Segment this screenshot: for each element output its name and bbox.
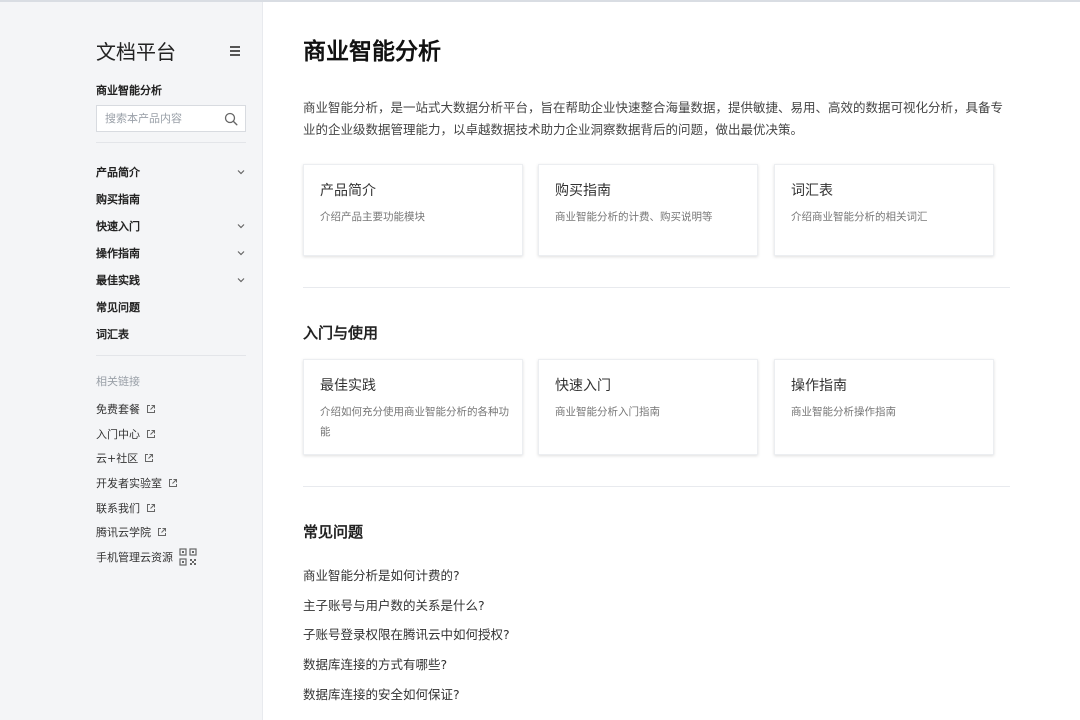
external-link-icon (147, 503, 155, 512)
chevron-down-icon (237, 223, 245, 228)
card-product-intro[interactable]: 产品简介 介绍产品主要功能模块 (303, 164, 523, 256)
card-best-practice[interactable]: 最佳实践 介绍如何充分使用商业智能分析的各种功能 (303, 359, 523, 455)
related-link-free-plan[interactable]: 免费套餐 (96, 397, 246, 422)
sidebar-header: 文档平台 (96, 38, 246, 68)
overview-cards: 产品简介 介绍产品主要功能模块 购买指南 商业智能分析的计费、购买说明等 词汇表… (303, 164, 1003, 256)
card-description: 商业智能分析入门指南 (555, 406, 660, 418)
related-link-contact-us[interactable]: 联系我们 (96, 495, 246, 520)
external-link-icon (145, 454, 154, 463)
search-icon[interactable] (224, 112, 238, 126)
card-purchase-guide[interactable]: 购买指南 商业智能分析的计费、购买说明等 (538, 164, 758, 256)
main-content: 商业智能分析 商业智能分析，是一站式大数据分析平台，旨在帮助企业快速整合海量数据… (263, 2, 1080, 720)
card-quick-start[interactable]: 快速入门 商业智能分析入门指南 (538, 359, 758, 455)
card-title: 词汇表 (791, 183, 833, 199)
product-name: 商业智能分析 (96, 84, 162, 97)
external-link-icon (158, 528, 166, 537)
sidebar-item-glossary[interactable]: 词汇表 (96, 320, 246, 347)
sidebar-item-product-intro[interactable]: 产品简介 (96, 158, 246, 185)
sidebar-item-label: 最佳实践 (96, 273, 140, 287)
faq-link[interactable]: 数据库连接的安全如何保证? (303, 678, 703, 708)
related-link-developer-lab[interactable]: 开发者实验室 (96, 471, 246, 496)
related-links-heading: 相关链接 (96, 375, 140, 388)
faq-list: 商业智能分析是如何计费的? 主子账号与用户数的关系是什么? 子账号登录权限在腾讯… (303, 560, 703, 708)
related-link-label: 联系我们 (96, 501, 140, 515)
sidebar-item-label: 产品简介 (96, 165, 140, 179)
page-title: 商业智能分析 (303, 39, 441, 65)
card-description: 商业智能分析操作指南 (791, 406, 896, 418)
section-divider (303, 486, 1010, 487)
chevron-down-icon (237, 277, 245, 282)
sidebar-item-quick-start[interactable]: 快速入门 (96, 212, 246, 239)
related-links-list: 免费套餐 入门中心 云+社区 开发者实验室 联系我们 腾讯云学院 手机管理云资源 (96, 397, 246, 569)
sidebar: 文档平台 商业智能分析 产品简介 购买指南 快速入门 操作指南 最佳实践 (0, 2, 263, 720)
related-link-label: 手机管理云资源 (96, 550, 173, 564)
external-link-icon (147, 429, 155, 438)
sidebar-item-label: 快速入门 (96, 219, 140, 233)
section-title-getting-started: 入门与使用 (303, 324, 379, 342)
qr-code-icon[interactable] (179, 548, 197, 566)
card-title: 最佳实践 (320, 378, 376, 394)
sidebar-item-faq[interactable]: 常见问题 (96, 293, 246, 320)
related-link-label: 入门中心 (96, 427, 140, 441)
chevron-down-icon (237, 250, 245, 255)
related-link-community[interactable]: 云+社区 (96, 446, 246, 471)
search-input[interactable] (97, 106, 215, 131)
section-title-faq: 常见问题 (303, 523, 364, 541)
card-title: 产品简介 (320, 183, 376, 199)
related-link-label: 腾讯云学院 (96, 526, 151, 540)
sidebar-divider (96, 355, 246, 356)
related-link-getting-started-center[interactable]: 入门中心 (96, 422, 246, 447)
faq-link[interactable]: 数据库连接的方式有哪些? (303, 649, 703, 679)
sidebar-item-operation-guide[interactable]: 操作指南 (96, 239, 246, 266)
sidebar-item-purchase-guide[interactable]: 购买指南 (96, 185, 246, 212)
platform-title: 文档平台 (96, 40, 176, 64)
sidebar-divider (96, 142, 246, 143)
related-link-label: 免费套餐 (96, 403, 140, 417)
card-description: 介绍产品主要功能模块 (320, 211, 425, 223)
card-description: 介绍商业智能分析的相关词汇 (791, 211, 928, 223)
faq-link[interactable]: 子账号登录权限在腾讯云中如何授权? (303, 619, 703, 649)
sidebar-item-label: 常见问题 (96, 300, 140, 314)
sidebar-item-best-practice[interactable]: 最佳实践 (96, 266, 246, 293)
external-link-icon (147, 405, 155, 414)
section-divider (303, 287, 1010, 288)
faq-link[interactable]: 主子账号与用户数的关系是什么? (303, 590, 703, 620)
card-title: 购买指南 (555, 183, 611, 199)
chevron-down-icon (237, 169, 245, 174)
related-link-mobile-management[interactable]: 手机管理云资源 (96, 545, 246, 570)
sidebar-item-label: 购买指南 (96, 192, 140, 206)
card-description: 商业智能分析的计费、购买说明等 (555, 211, 713, 223)
faq-link[interactable]: 商业智能分析是如何计费的? (303, 560, 703, 590)
search-box (96, 105, 246, 132)
card-glossary[interactable]: 词汇表 介绍商业智能分析的相关词汇 (774, 164, 994, 256)
card-operation-guide[interactable]: 操作指南 商业智能分析操作指南 (774, 359, 994, 455)
related-link-academy[interactable]: 腾讯云学院 (96, 520, 246, 545)
card-description: 介绍如何充分使用商业智能分析的各种功能 (320, 406, 509, 438)
card-title: 快速入门 (555, 378, 611, 394)
sidebar-item-label: 词汇表 (96, 327, 129, 341)
related-link-label: 开发者实验室 (96, 477, 162, 491)
card-title: 操作指南 (791, 378, 847, 394)
sidebar-nav: 产品简介 购买指南 快速入门 操作指南 最佳实践 常见问题 词汇表 (96, 158, 246, 347)
sidebar-item-label: 操作指南 (96, 246, 140, 260)
menu-icon[interactable] (230, 46, 240, 56)
external-link-icon (169, 479, 177, 488)
product-intro-text: 商业智能分析，是一站式大数据分析平台，旨在帮助企业快速整合海量数据，提供敏捷、易… (303, 100, 1004, 137)
getting-started-cards: 最佳实践 介绍如何充分使用商业智能分析的各种功能 快速入门 商业智能分析入门指南… (303, 359, 1003, 455)
related-link-label: 云+社区 (96, 452, 139, 466)
